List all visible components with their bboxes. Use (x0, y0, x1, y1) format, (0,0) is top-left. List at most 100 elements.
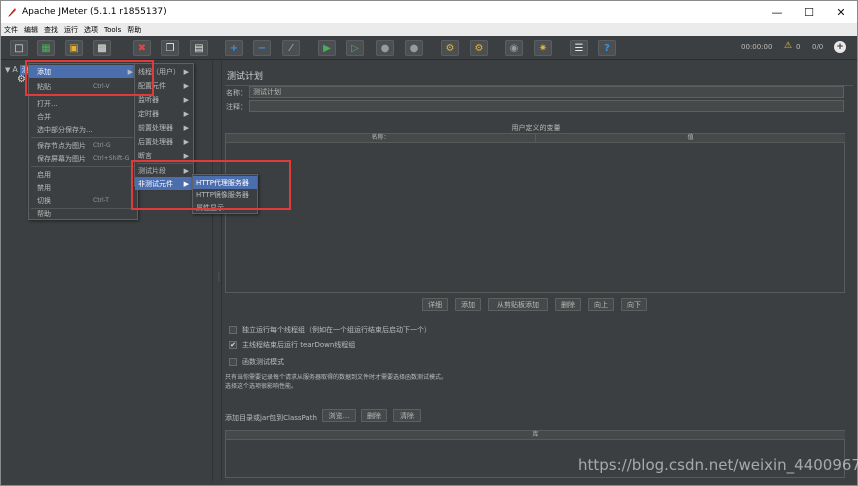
menu-item-save-selection-label: 选中部分保存为... (37, 125, 93, 134)
menu-help[interactable]: 帮助 (127, 25, 141, 35)
menu-item-open[interactable]: 打开... (29, 97, 137, 110)
new-icon[interactable]: □ (10, 40, 28, 56)
menu-item-open-label: 打开... (37, 99, 58, 108)
submenu-arrow-icon: ▶ (183, 81, 189, 90)
serialize-threadgroups-checkbox[interactable] (229, 326, 237, 334)
menu-separator (31, 166, 135, 167)
classpath-clear-button[interactable]: 清除 (393, 409, 421, 422)
classpath-label: 添加目录或jar包到ClassPath (225, 414, 317, 422)
paste-icon[interactable]: ▤ (190, 40, 208, 56)
menu-run[interactable]: 运行 (64, 25, 78, 35)
add-from-clipboard-button[interactable]: 从剪贴板添加 (488, 298, 548, 311)
user-vars-table[interactable]: 名称： 值 (225, 133, 845, 293)
expand-icon[interactable]: + (225, 40, 243, 56)
menu-item-disable-label: 禁用 (37, 183, 51, 192)
teardown-row[interactable]: ✔ 主线程结束后运行 tearDown线程组 (229, 340, 355, 350)
functional-mode-row[interactable]: 函数测试模式 (229, 357, 284, 367)
toolbar: □ ▦ ▣ ▩ ✖ ❐ ▤ + − ⁄ ▶ ▷ ● ● ⚙ ⚙ ◉ ✷ ☰ ? … (1, 36, 857, 60)
cut-icon[interactable]: ✖ (133, 40, 151, 56)
shortcut-save-node: Ctrl-G (93, 142, 111, 149)
comment-label: 注释： (226, 103, 247, 111)
highlight-box-non-test (131, 160, 291, 210)
elapsed-timer: 00:00:00 (741, 43, 773, 51)
page-title: 测试计划 (227, 72, 264, 82)
shortcut-save-screen: Ctrl+Shift-G (93, 155, 130, 162)
close-window-button[interactable]: ✕ (825, 1, 857, 23)
menu-tools[interactable]: Tools (104, 26, 121, 34)
classpath-delete-button[interactable]: 删除 (361, 409, 387, 422)
menu-item-save-selection[interactable]: 选中部分保存为... (29, 123, 137, 136)
clear-icon[interactable]: ⚙ (441, 40, 459, 56)
submenu-item-postprocessor-label: 后置处理器 (138, 137, 173, 146)
add-button[interactable]: 添加 (455, 298, 481, 311)
submenu-item-postprocessor[interactable]: 后置处理器 ▶ (135, 135, 193, 148)
expand-toggle-icon[interactable]: ▼ (5, 66, 10, 74)
templates-icon[interactable]: ▦ (37, 40, 55, 56)
highlight-box-add (25, 60, 154, 96)
menu-bar: 文件 编辑 查找 运行 选项 Tools 帮助 (1, 23, 857, 36)
detail-button[interactable]: 详细 (422, 298, 448, 311)
collapse-icon[interactable]: − (253, 40, 271, 56)
submenu-item-preprocessor-label: 前置处理器 (138, 123, 173, 132)
user-vars-title: 用户定义的变量 (511, 124, 561, 132)
submenu-item-assertion-label: 断言 (138, 151, 152, 160)
menu-separator (31, 137, 135, 138)
remote-globe-icon[interactable]: + (834, 41, 846, 53)
thread-ratio: 0/0 (812, 43, 824, 51)
move-down-button[interactable]: 向下 (621, 298, 647, 311)
menu-item-help[interactable]: 帮助 (29, 207, 137, 220)
submenu-item-timer-label: 定时器 (138, 109, 159, 118)
menu-search[interactable]: 查找 (44, 25, 58, 35)
submenu-item-listener-label: 监听器 (138, 95, 159, 104)
stop-icon[interactable]: ● (376, 40, 394, 56)
open-folder-icon[interactable]: ▣ (65, 40, 83, 56)
menu-item-save-screen-image-label: 保存屏幕为图片 (37, 154, 86, 163)
browse-button[interactable]: 浏览... (322, 409, 356, 422)
shutdown-icon[interactable]: ● (405, 40, 423, 56)
name-label: 名称： (226, 89, 247, 97)
teardown-checkbox[interactable]: ✔ (229, 341, 237, 349)
function-helper-icon[interactable]: ☰ (570, 40, 588, 56)
menu-item-enable-label: 启用 (37, 170, 51, 179)
submenu-arrow-icon: ▶ (183, 67, 189, 76)
col-header-name[interactable]: 名称： (226, 134, 536, 143)
col-header-value[interactable]: 值 (536, 134, 845, 143)
menu-item-disable[interactable]: 禁用 (29, 181, 137, 194)
menu-item-save-node-image[interactable]: 保存节点为图片 Ctrl-G (29, 139, 137, 152)
save-icon[interactable]: ▩ (93, 40, 111, 56)
start-no-pause-icon[interactable]: ▷ (346, 40, 364, 56)
reset-search-icon[interactable]: ✷ (534, 40, 552, 56)
copy-icon[interactable]: ❐ (161, 40, 179, 56)
menu-file[interactable]: 文件 (4, 25, 18, 35)
warning-count: 0 (796, 43, 801, 51)
toggle-icon[interactable]: ⁄ (282, 40, 300, 56)
menu-options[interactable]: 选项 (84, 25, 98, 35)
split-pane-divider[interactable]: ⋮ ⋮ (212, 61, 222, 481)
menu-edit[interactable]: 编辑 (24, 25, 38, 35)
minimize-button[interactable]: — (761, 1, 793, 23)
name-input[interactable]: 测试计划 (249, 86, 844, 98)
menu-item-save-screen-image[interactable]: 保存屏幕为图片 Ctrl+Shift-G (29, 152, 137, 165)
functional-mode-checkbox[interactable] (229, 358, 237, 366)
col-header-library[interactable]: 库 (226, 431, 845, 440)
move-up-button[interactable]: 向上 (588, 298, 614, 311)
start-icon[interactable]: ▶ (318, 40, 336, 56)
maximize-button[interactable]: ☐ (793, 1, 825, 23)
menu-item-merge[interactable]: 合并 (29, 110, 137, 123)
test-plan-panel: 测试计划 名称： 测试计划 注释： 用户定义的变量 名称： 值 详细 添加 从剪… (222, 61, 856, 481)
teardown-label: 主线程结束后运行 tearDown线程组 (242, 341, 356, 349)
help-book-icon[interactable]: ? (598, 40, 616, 56)
comment-input[interactable] (249, 100, 844, 112)
clear-all-icon[interactable]: ⚙ (470, 40, 488, 56)
submenu-item-timer[interactable]: 定时器 ▶ (135, 107, 193, 120)
serialize-threadgroups-row[interactable]: 独立运行每个线程组（例如在一个组运行结束后启动下一个） (229, 325, 431, 335)
search-binoculars-icon[interactable]: ◉ (505, 40, 523, 56)
shortcut-toggle: Ctrl-T (93, 197, 109, 204)
title-bar: Apache JMeter (5.1.1 r1855137) — ☐ ✕ (1, 1, 857, 23)
menu-item-enable[interactable]: 启用 (29, 168, 137, 181)
warning-icon[interactable]: ⚠ (784, 41, 792, 51)
delete-button[interactable]: 删除 (555, 298, 581, 311)
window-title: Apache JMeter (5.1.1 r1855137) (22, 7, 167, 17)
menu-item-toggle[interactable]: 切换 Ctrl-T (29, 194, 137, 207)
submenu-item-preprocessor[interactable]: 前置处理器 ▶ (135, 121, 193, 134)
